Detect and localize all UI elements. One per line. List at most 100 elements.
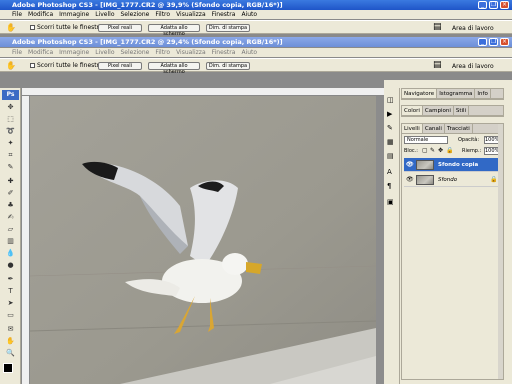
path-selection-icon[interactable]: ➤ <box>3 298 18 309</box>
eyedropper-tool-icon[interactable]: ✎ <box>3 162 18 173</box>
close-button-secondary[interactable]: × <box>500 38 509 46</box>
lock-position-icon[interactable]: ✥ <box>438 147 443 154</box>
layers-scrollbar[interactable] <box>498 124 503 379</box>
print-size-button[interactable]: Dim. di stampa <box>206 24 250 32</box>
menu-aiuto-2[interactable]: Aiuto <box>241 49 257 56</box>
actual-pixels-button[interactable]: Pixel reali <box>98 24 142 32</box>
close-button[interactable]: × <box>500 1 509 9</box>
minimize-button[interactable]: _ <box>478 1 487 9</box>
character-panel-icon[interactable]: A <box>387 168 392 176</box>
history-panel-icon[interactable]: ◫ <box>387 96 394 104</box>
lock-transparency-icon[interactable]: ▢ <box>422 147 428 154</box>
hand-tool-icon: ✋ <box>6 23 16 32</box>
layer-name: Sfondo copia <box>438 162 479 168</box>
layer-comps-icon[interactable]: ▣ <box>387 198 394 206</box>
stamp-tool-icon[interactable]: ♣ <box>3 200 18 211</box>
blur-tool-icon[interactable]: 💧 <box>3 248 18 259</box>
hand-tool-icon-2: ✋ <box>6 61 16 70</box>
fit-screen-button-2[interactable]: Adatta allo schermo <box>148 62 200 75</box>
scroll-all-checkbox-2[interactable] <box>30 63 35 68</box>
healing-brush-icon[interactable]: ✚ <box>3 176 18 187</box>
workspace-icon-2: ▤ <box>433 60 442 70</box>
menu-selezione[interactable]: Selezione <box>121 11 150 18</box>
collapsed-panel-strip: ◫ ▶ ✎ ▦ ▤ A ¶ ▣ <box>384 88 400 384</box>
marquee-tool-icon[interactable]: ⬚ <box>3 114 18 125</box>
menu-immagine[interactable]: Immagine <box>59 11 89 18</box>
layers-panel: Livelli Canali Tracciati Normale Opacità: … <box>401 123 504 380</box>
tab-channels[interactable]: Canali <box>423 124 445 133</box>
restore-button-secondary[interactable]: ❐ <box>489 38 498 46</box>
foreground-color-swatch[interactable] <box>3 363 13 373</box>
print-size-button-2[interactable]: Dim. di stampa <box>206 62 250 70</box>
menu-immagine-2[interactable]: Immagine <box>59 49 89 56</box>
menu-modifica-2[interactable]: Modifica <box>28 49 53 56</box>
notes-tool-icon[interactable]: ✉ <box>3 324 18 335</box>
tab-swatches[interactable]: Campioni <box>423 106 454 115</box>
visibility-eye-icon[interactable]: 👁 <box>406 158 414 172</box>
menu-finestra[interactable]: Finestra <box>212 11 236 18</box>
shape-tool-icon[interactable]: ▭ <box>3 310 18 321</box>
actions-panel-icon[interactable]: ▶ <box>387 110 392 118</box>
menu-visualizza-2[interactable]: Visualizza <box>176 49 206 56</box>
minimize-button-secondary[interactable]: _ <box>478 38 487 46</box>
visibility-eye-icon-2[interactable]: 👁 <box>406 173 414 187</box>
lock-all-icon[interactable]: 🔒 <box>446 147 453 154</box>
restore-button[interactable]: ❐ <box>489 1 498 9</box>
history-brush-icon[interactable]: ✍ <box>3 212 18 223</box>
lock-label: Bloc.: <box>404 148 418 154</box>
menu-finestra-2[interactable]: Finestra <box>212 49 236 56</box>
tool-presets-icon[interactable]: ▤ <box>387 152 394 160</box>
hand-tool-icon-box[interactable]: ✋ <box>3 336 18 347</box>
magic-wand-icon[interactable]: ✦ <box>3 138 18 149</box>
lock-pixels-icon[interactable]: ✎ <box>430 147 435 154</box>
zoom-tool-icon[interactable]: 🔍 <box>3 348 18 359</box>
document-image[interactable] <box>30 96 376 384</box>
scroll-all-label: Scorri tutte le finestre <box>37 24 103 31</box>
menu-modifica[interactable]: Modifica <box>28 11 53 18</box>
clone-panel-icon[interactable]: ▦ <box>387 138 394 146</box>
dodge-tool-icon[interactable]: ● <box>3 260 18 271</box>
menu-filtro[interactable]: Filtro <box>155 11 170 18</box>
menu-livello-2[interactable]: Livello <box>95 49 114 56</box>
lasso-tool-icon[interactable]: ➰ <box>3 126 18 137</box>
pen-tool-icon[interactable]: ✒ <box>3 274 18 285</box>
layer-thumbnail <box>416 160 434 170</box>
gradient-tool-icon[interactable]: ▥ <box>3 236 18 247</box>
menu-aiuto[interactable]: Aiuto <box>241 11 257 18</box>
menu-visualizza[interactable]: Visualizza <box>176 11 206 18</box>
tab-histogram[interactable]: Istogramma <box>437 89 476 98</box>
tab-styles[interactable]: Stili <box>454 106 470 115</box>
menu-filtro-2[interactable]: Filtro <box>155 49 170 56</box>
window-title: Adobe Photoshop CS3 - [IMG_1777.CR2 @ 39… <box>12 1 283 9</box>
layer-row-sfondo-copia[interactable]: 👁 Sfondo copia <box>404 158 503 172</box>
scroll-all-checkbox[interactable] <box>30 25 35 30</box>
menu-livello[interactable]: Livello <box>95 11 114 18</box>
fit-screen-button[interactable]: Adatta allo schermo <box>148 24 200 37</box>
menu-bar-primary: File Modifica Immagine Livello Selezione Filt… <box>0 10 512 19</box>
layer-row-sfondo[interactable]: 👁 Sfondo 🔒 <box>404 173 503 187</box>
blend-mode-select[interactable]: Normale <box>404 136 448 144</box>
workspace-menu[interactable]: Area di lavoro <box>452 25 494 32</box>
window-title-bar-primary[interactable]: Adobe Photoshop CS3 - [IMG_1777.CR2 @ 39… <box>0 0 512 10</box>
tab-layers[interactable]: Livelli <box>402 124 423 133</box>
eraser-tool-icon[interactable]: ▱ <box>3 224 18 235</box>
type-tool-icon[interactable]: T <box>3 286 18 297</box>
move-tool-icon[interactable]: ✥ <box>3 102 18 113</box>
menu-selezione-2[interactable]: Selezione <box>121 49 150 56</box>
brush-tool-icon[interactable]: ✐ <box>3 188 18 199</box>
window-title-bar-secondary[interactable]: Adobe Photoshop CS3 - [IMG_1777.CR2 @ 29… <box>0 37 512 47</box>
workspace-menu-2[interactable]: Area di lavoro <box>452 63 494 70</box>
workspace-icon: ▤ <box>433 22 442 32</box>
tab-paths[interactable]: Tracciati <box>445 124 473 133</box>
paragraph-panel-icon[interactable]: ¶ <box>387 182 391 190</box>
fill-label: Riemp.: <box>462 148 482 154</box>
brushes-panel-icon[interactable]: ✎ <box>387 124 393 132</box>
crop-tool-icon[interactable]: ⌗ <box>3 150 18 161</box>
tab-info[interactable]: Info <box>475 89 491 98</box>
actual-pixels-button-2[interactable]: Pixel reali <box>98 62 142 70</box>
seagull-photo <box>30 96 376 384</box>
menu-file[interactable]: File <box>12 11 22 18</box>
menu-file-2[interactable]: File <box>12 49 22 56</box>
tab-colors[interactable]: Colori <box>402 106 423 115</box>
tab-navigator[interactable]: Navigatore <box>402 89 438 98</box>
